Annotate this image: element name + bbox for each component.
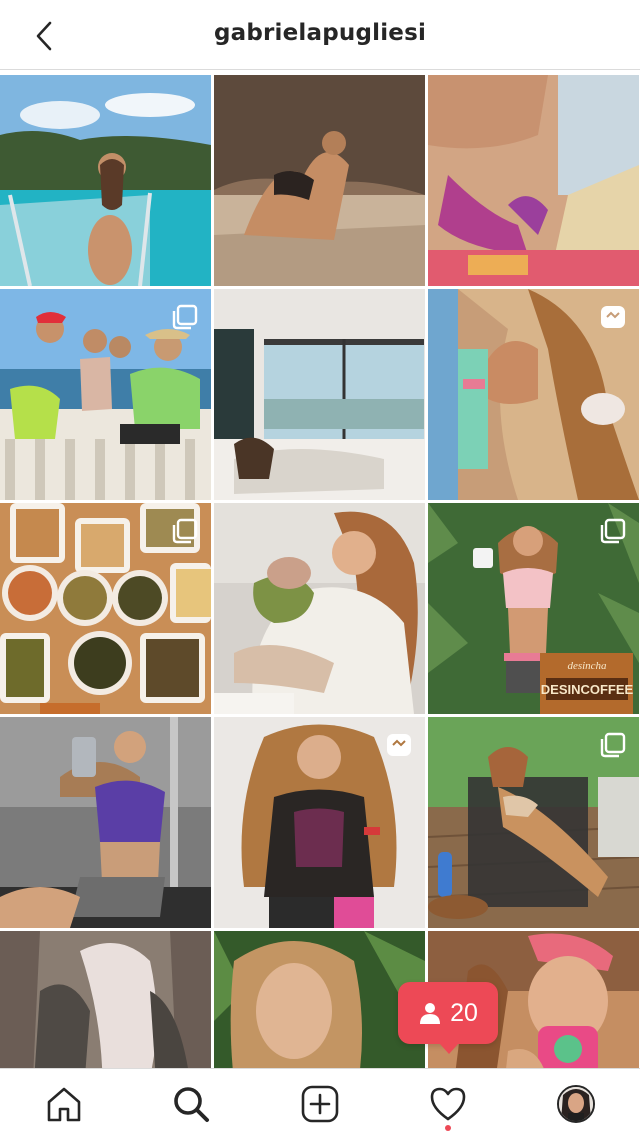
post-tile[interactable] bbox=[428, 289, 639, 500]
post-tile[interactable] bbox=[214, 289, 425, 500]
post-tile[interactable] bbox=[214, 75, 425, 286]
carousel-icon bbox=[172, 304, 198, 330]
post-tile[interactable] bbox=[428, 75, 639, 286]
post-tile[interactable] bbox=[214, 931, 425, 1068]
carousel-icon bbox=[172, 518, 198, 544]
home-icon bbox=[47, 1087, 81, 1122]
activity-count: 20 bbox=[450, 998, 478, 1027]
carousel-icon bbox=[600, 518, 626, 544]
reel-icon bbox=[387, 734, 411, 756]
add-icon bbox=[301, 1085, 339, 1123]
post-tile[interactable] bbox=[0, 931, 211, 1068]
post-image bbox=[428, 75, 639, 286]
notification-dot bbox=[445, 1125, 451, 1131]
post-image bbox=[214, 931, 425, 1068]
post-tile[interactable] bbox=[0, 289, 211, 500]
carousel-icon bbox=[600, 732, 626, 758]
search-icon bbox=[174, 1087, 209, 1122]
post-tile[interactable] bbox=[0, 717, 211, 928]
profile-avatar bbox=[557, 1085, 595, 1123]
post-tile[interactable] bbox=[0, 503, 211, 714]
post-image bbox=[0, 75, 211, 286]
activity-notification[interactable]: 20 bbox=[398, 982, 498, 1054]
reel-icon bbox=[601, 306, 625, 328]
nav-profile[interactable] bbox=[553, 1081, 599, 1127]
coffee-label: DESINCOFFEE bbox=[541, 682, 634, 697]
person-icon bbox=[420, 1003, 441, 1024]
post-image bbox=[214, 289, 425, 500]
post-image bbox=[0, 717, 211, 928]
posts-grid: DESINCOFFEE desincha bbox=[0, 75, 640, 1068]
post-tile[interactable] bbox=[0, 75, 211, 286]
post-tile[interactable] bbox=[428, 717, 639, 928]
top-bar: gabrielapugliesi bbox=[0, 0, 640, 70]
profile-username: gabrielapugliesi bbox=[213, 20, 427, 46]
post-image bbox=[0, 931, 211, 1068]
post-tile[interactable]: DESINCOFFEE desincha bbox=[428, 503, 639, 714]
profile-grid-screen: gabrielapugliesi DESINCOFFEE desincha 20 bbox=[0, 0, 640, 1138]
heart-icon bbox=[430, 1087, 466, 1121]
nav-search[interactable] bbox=[168, 1081, 214, 1127]
bottom-navigation bbox=[0, 1068, 640, 1138]
post-image bbox=[214, 503, 425, 714]
post-tile[interactable] bbox=[214, 503, 425, 714]
post-tile[interactable] bbox=[214, 717, 425, 928]
nav-new-post[interactable] bbox=[297, 1081, 343, 1127]
coffee-brand: desincha bbox=[567, 660, 607, 672]
post-image bbox=[214, 75, 425, 286]
nav-home[interactable] bbox=[41, 1081, 87, 1127]
nav-activity[interactable] bbox=[425, 1081, 471, 1127]
